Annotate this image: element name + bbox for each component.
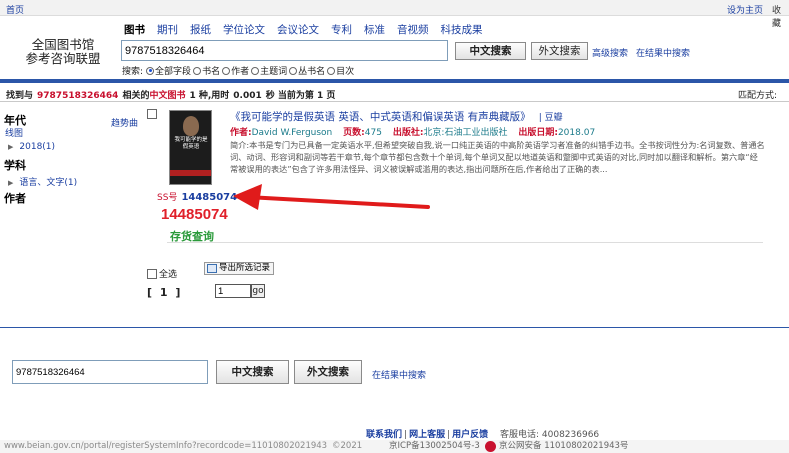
contact-link[interactable]: 联系我们 [366,430,402,440]
search-in-results-link[interactable]: 在结果中搜索 [636,46,690,59]
facet-author-title: 作者 [4,192,26,205]
result-abstract: 简介:本书是专门为已具备一定英语水平,但希望突破自我,说一口纯正英语的中高阶英语… [230,140,765,174]
feedback-link[interactable]: 用户反馈 [452,430,488,440]
set-homepage-link[interactable]: 设为主页 [727,3,763,16]
export-icon [207,264,217,273]
result-meta: 作者:David W.Ferguson 页数:475 出版社:北京:石油工业出版… [230,128,596,138]
icp-link[interactable]: 京ICP备13002504号-3 [389,440,480,453]
trend-chart-link[interactable]: 趋势曲 [111,116,138,129]
radio-contents[interactable]: 目次 [327,64,354,77]
favorite-link[interactable]: 收藏 [772,3,789,29]
chinese-search-button[interactable]: 中文搜索 [455,42,526,60]
site-logo[interactable]: 全国图书馆 参考咨询联盟 [22,38,104,66]
tab-conference-papers[interactable]: 会议论文 [277,22,319,37]
radio-series[interactable]: 丛书名 [289,64,325,77]
tab-theses[interactable]: 学位论文 [223,22,265,37]
police-badge-icon [485,441,496,452]
expand-triangle-icon: ▶ [8,143,14,151]
tab-newspapers[interactable]: 报纸 [190,22,211,37]
annotation-arrow [233,184,430,210]
radio-title[interactable]: 书名 [193,64,220,77]
bottom-divider [0,327,789,328]
foreign-search-button[interactable]: 外文搜索 [531,42,588,60]
page-number-input[interactable] [215,284,251,298]
bottom-search-input[interactable] [12,360,208,384]
hotline: 客服电话: 4008236966 [500,430,600,440]
copyright: ©2021 [332,441,363,451]
cover-portrait [183,116,199,136]
resource-tabs: 图书 期刊 报纸 学位论文 会议论文 专利 标准 音视频 科技成果 [124,22,495,37]
match-mode-label[interactable]: 匹配方式: [738,88,777,101]
bottom-chinese-search-button[interactable]: 中文搜索 [216,360,289,384]
expand-triangle-icon: ▶ [8,179,14,187]
search-field-label: 搜索: [122,67,144,77]
select-all[interactable]: 全选 [147,267,177,280]
douban-link[interactable]: | 豆瓣 [539,113,563,123]
status-bar: www.beian.gov.cn/portal/registerSystemIn… [0,440,789,453]
divider-line [0,101,789,102]
export-selected-button[interactable]: 导出所选记录 [204,262,274,275]
result-divider [167,242,763,243]
go-button[interactable]: go [251,284,265,298]
radio-author[interactable]: 作者 [222,64,249,77]
tab-patents[interactable]: 专利 [331,22,352,37]
tab-audio-video[interactable]: 音视频 [397,22,429,37]
ss-number: SS号 14485074 [157,192,238,203]
status-url: www.beian.gov.cn/portal/registerSystemIn… [4,441,328,451]
police-record-link[interactable]: 京公网安备 11010802021943号 [499,440,628,453]
result-checkbox[interactable] [147,109,157,119]
top-bar: 首页 设为主页 收藏 [0,0,789,29]
tab-tech-achievements[interactable]: 科技成果 [441,22,483,37]
pager[interactable]: [ 1 ] [147,286,182,299]
radio-subject[interactable]: 主题词 [251,64,287,77]
facet-year-item[interactable]: ▶ 2018(1) [8,142,55,152]
advanced-search-link[interactable]: 高级搜索 [592,46,628,59]
select-all-checkbox[interactable] [147,268,157,279]
cover-stripe [170,170,211,176]
bottom-foreign-search-button[interactable]: 外文搜索 [294,360,362,384]
cover-title: 我可能学的是假英语 [174,137,208,150]
tab-standards[interactable]: 标准 [364,22,385,37]
logo-line-1: 全国图书馆 [31,37,95,52]
book-cover[interactable]: 我可能学的是假英语 [169,110,212,185]
result-summary: 找到与 9787518326464 相关的中文图书 1 种,用时 0.001 秒 当前为第… [6,91,336,101]
search-field-options: 搜索: 全部字段 书名 作者 主题词 丛书名 目次 [122,64,356,77]
ss-number-large: 14485074 [161,206,228,223]
online-service-link[interactable]: 网上客服 [409,430,445,440]
facet-subject-title: 学科 [4,159,26,172]
logo-line-2: 参考咨询联盟 [25,51,101,66]
tab-journals[interactable]: 期刊 [157,22,178,37]
divider-bar [0,79,789,83]
result-title[interactable]: 《我可能学的是假英语 英语、中式英语和偏误英语 有声典藏版》 | 豆瓣 [230,109,563,124]
tab-books[interactable]: 图书 [124,22,145,37]
bottom-search-in-results-link[interactable]: 在结果中搜索 [372,368,426,381]
search-input[interactable] [121,40,448,61]
radio-all-fields[interactable]: 全部字段 [146,64,191,77]
footer-links: 联系我们 | 网上客服 | 用户反馈 [366,430,489,440]
facet-subject-item[interactable]: ▶ 语言、文字(1) [8,175,77,188]
line-chart-link[interactable]: 线图 [5,126,23,139]
home-link[interactable]: 首页 [6,3,24,16]
